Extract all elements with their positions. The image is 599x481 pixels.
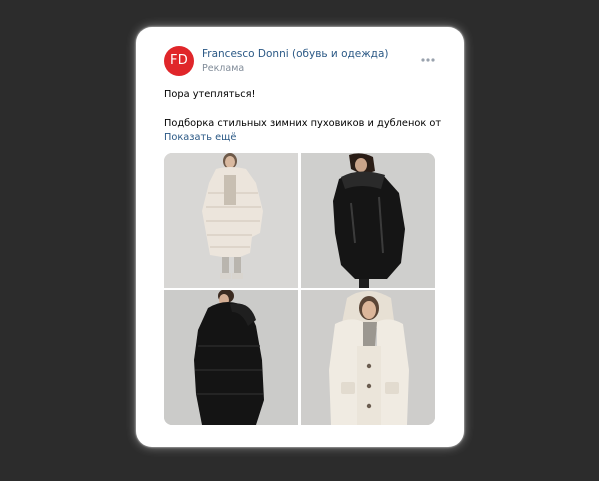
more-horizontal-icon[interactable] [420,56,436,64]
photo-cream-fur-coat[interactable] [301,290,435,425]
photo-black-hooded-puffer[interactable] [164,290,298,425]
avatar[interactable]: FD [164,46,194,76]
post-text-line: Пора утепляться! [164,89,256,100]
photo-black-leather-jacket[interactable] [301,153,435,288]
post-text-line: Подборка стильных зимних пуховиков и дуб… [164,118,442,129]
photo-light-puffer-coat[interactable] [164,153,298,288]
ad-label: Реклама [202,63,245,74]
author-link[interactable]: Francesco Donni (обувь и одежда) [202,48,388,60]
ad-post-card: FD Francesco Donni (обувь и одежда) Рекл… [136,27,464,447]
photo-grid [164,153,435,425]
show-more-link[interactable]: Показать ещё [164,132,236,143]
